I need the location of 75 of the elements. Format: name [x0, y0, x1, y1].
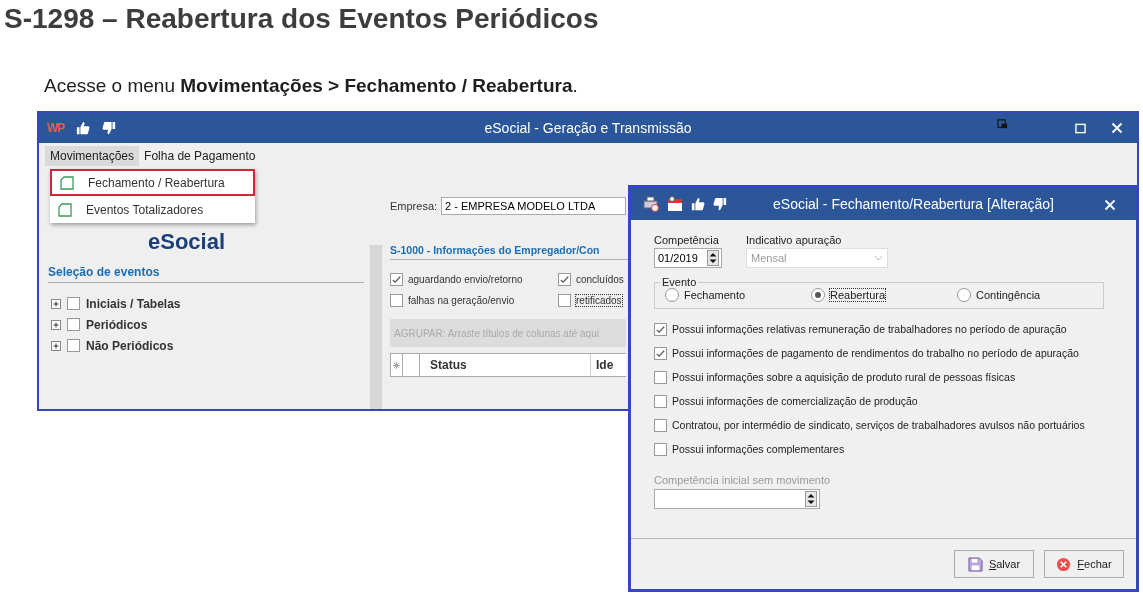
- spinner-icon[interactable]: [707, 250, 719, 266]
- checkbox[interactable]: [67, 339, 80, 352]
- tree-item[interactable]: Não Periódicos: [86, 338, 174, 353]
- radio-button[interactable]: [811, 288, 825, 302]
- window-title: eSocial - Geração e Transmissão: [484, 120, 692, 136]
- field-label: Indicativo apuração: [746, 234, 842, 246]
- radio-label[interactable]: Fechamento: [684, 289, 746, 301]
- checkbox[interactable]: [654, 442, 667, 456]
- chevron-down-icon: [874, 255, 883, 261]
- thumbs-up-icon[interactable]: [691, 197, 705, 211]
- asterisk-icon: [393, 361, 400, 369]
- menu-item[interactable]: Movimentações: [45, 146, 140, 166]
- radio-label[interactable]: Contingência: [976, 289, 1041, 301]
- expand-icon[interactable]: [51, 319, 61, 330]
- radio-button[interactable]: [957, 288, 971, 302]
- tree-item[interactable]: Iniciais / Tabelas: [86, 296, 181, 311]
- filter-label[interactable]: retificados: [576, 295, 622, 306]
- competencia-field[interactable]: 01/2019: [654, 248, 722, 268]
- filter-label[interactable]: falhas na geração/envio: [408, 295, 515, 306]
- page-heading: S-1298 – Reabertura dos Eventos Periódicos: [3, 2, 599, 36]
- checkbox[interactable]: [654, 370, 667, 384]
- spinner-icon[interactable]: [805, 491, 817, 507]
- company-field[interactable]: 2 - EMPRESA MODELO LTDA: [441, 197, 626, 215]
- menu-item[interactable]: Fechamento / Reabertura: [50, 169, 255, 196]
- checkbox[interactable]: [654, 346, 667, 360]
- document-icon: [58, 202, 72, 217]
- company-label: Empresa:: [390, 200, 438, 212]
- tree-item[interactable]: Periódicos: [86, 317, 148, 332]
- close-circle-icon: [1056, 556, 1072, 572]
- checkbox[interactable]: [654, 322, 667, 336]
- field-label: Competência inicial sem movimento: [654, 474, 831, 486]
- document-icon: [60, 175, 74, 190]
- menu-item[interactable]: Folha de Pagamento: [139, 146, 261, 166]
- instruction-text: Acesse o menu Movimentações > Fechamento / Reabertura.: [44, 74, 578, 98]
- option-label[interactable]: Possui informações de pagamento de rendimentos do trabalho no período de apuração: [672, 347, 1079, 359]
- option-label[interactable]: Possui informações complementares: [672, 443, 845, 455]
- checkbox[interactable]: [67, 297, 80, 310]
- checkbox[interactable]: [390, 273, 403, 286]
- save-button[interactable]: Salvar: [954, 550, 1034, 578]
- thumbs-down-icon[interactable]: [713, 197, 727, 211]
- checkbox[interactable]: [558, 273, 571, 286]
- maximize-icon[interactable]: [1075, 123, 1086, 134]
- menu-item[interactable]: Eventos Totalizadores: [50, 196, 255, 223]
- checkbox[interactable]: [390, 294, 403, 307]
- expand-icon[interactable]: [51, 298, 61, 309]
- filter-label[interactable]: concluídos: [576, 274, 624, 285]
- column-header[interactable]: Status: [420, 354, 591, 376]
- section-heading: Seleção de eventos: [48, 265, 364, 283]
- radio-label[interactable]: Reabertura: [830, 289, 886, 301]
- column-header[interactable]: Ide: [591, 354, 614, 376]
- thumbs-up-icon[interactable]: [76, 121, 91, 135]
- close-icon[interactable]: [1104, 199, 1116, 211]
- option-label[interactable]: Possui informações sobre a aquisição de produto rural de pessoas físicas: [672, 371, 1016, 383]
- restore-icon[interactable]: [997, 119, 1008, 130]
- field-label: Competência: [654, 234, 719, 246]
- calendar-icon[interactable]: [667, 196, 683, 212]
- radio-button[interactable]: [665, 288, 679, 302]
- option-label[interactable]: Possui informações relativas remuneração de trabalhadores no período de apuração: [672, 323, 1067, 335]
- app-logo: WP: [47, 121, 65, 135]
- close-button[interactable]: Fechar: [1044, 550, 1124, 578]
- checkbox[interactable]: [654, 394, 667, 408]
- checkbox[interactable]: [654, 418, 667, 432]
- close-icon[interactable]: [1111, 122, 1123, 134]
- filter-label[interactable]: aguardando envio/retorno: [408, 274, 523, 285]
- checkbox[interactable]: [558, 294, 571, 307]
- expand-icon[interactable]: [51, 340, 61, 351]
- option-label[interactable]: Possui informações de comercialização de produção: [672, 395, 918, 407]
- group-label: Evento: [661, 276, 698, 288]
- option-label[interactable]: Contratou, por intermédio de sindicato, serviços de trabalhadores avulsos não portuários: [672, 419, 1085, 431]
- printer-icon[interactable]: [643, 196, 659, 212]
- esocial-logo: eSocial: [148, 231, 226, 253]
- dialog-title: eSocial - Fechamento/Reabertura [Alteração]: [773, 196, 1054, 212]
- checkbox[interactable]: [67, 318, 80, 331]
- competencia-inicial-field[interactable]: [654, 489, 820, 509]
- thumbs-down-icon[interactable]: [102, 121, 117, 135]
